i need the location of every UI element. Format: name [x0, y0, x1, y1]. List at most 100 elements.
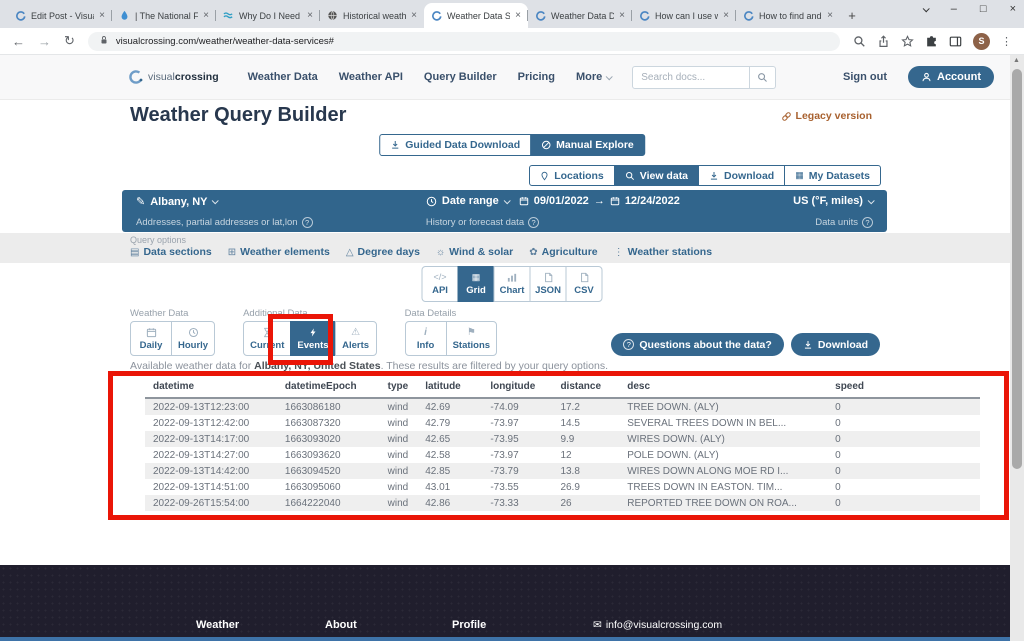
manual-explore-button[interactable]: Manual Explore	[530, 134, 645, 156]
info-button[interactable]: iInfo	[405, 321, 447, 356]
bookmark-star-icon[interactable]	[901, 35, 914, 48]
questions-about-data-button[interactable]: ?Questions about the data?	[611, 333, 783, 356]
browser-menu-icon[interactable]: ⋮	[1001, 35, 1012, 48]
close-tab-icon[interactable]: ×	[515, 10, 521, 21]
nav-link-weather-data[interactable]: Weather Data	[248, 71, 318, 83]
option-data-sections[interactable]: ▤Data sections	[130, 246, 212, 258]
option-weather-elements[interactable]: ⊞Weather elements	[228, 246, 330, 258]
nav-link-weather-api[interactable]: Weather API	[339, 71, 403, 83]
help-icon[interactable]: ?	[862, 217, 873, 228]
table-row: 2022-09-13T12:42:001663087320wind42.79-7…	[145, 415, 980, 431]
tab-chart[interactable]: Chart	[494, 266, 531, 302]
arrow-right-icon: →	[594, 195, 605, 207]
footer-weather-heading[interactable]: Weather	[196, 619, 239, 631]
browser-tab[interactable]: Historical weather ×	[320, 3, 424, 28]
zoom-search-icon[interactable]	[853, 35, 866, 48]
forward-icon[interactable]: →	[38, 34, 51, 49]
scroll-up-icon[interactable]: ▲	[1013, 57, 1020, 64]
page-scrollbar[interactable]: ▲	[1010, 55, 1024, 641]
table-header-row: datetime datetimeEpoch type latitude lon…	[145, 377, 980, 398]
bar-chart-icon	[507, 272, 518, 283]
profile-avatar[interactable]: S	[973, 33, 990, 50]
weather-events-table: datetime datetimeEpoch type latitude lon…	[145, 377, 980, 511]
help-icon[interactable]: ?	[302, 217, 313, 228]
footer-email-link[interactable]: ✉info@visualcrossing.com	[593, 619, 722, 631]
download-data-button[interactable]: Download	[791, 333, 880, 356]
maximize-window-button[interactable]: □	[980, 3, 987, 15]
table-cell: TREE DOWN. (ALY)	[619, 398, 827, 415]
guided-data-download-button[interactable]: Guided Data Download	[379, 134, 531, 156]
browser-tab-active[interactable]: Weather Data Ser ×	[424, 3, 528, 28]
column-header: datetime	[145, 377, 277, 398]
share-icon[interactable]	[877, 35, 890, 48]
alerts-button[interactable]: ⚠Alerts	[335, 321, 377, 356]
reload-icon[interactable]: ↻	[64, 33, 75, 49]
tab-search-chevron-icon[interactable]	[923, 3, 928, 15]
current-button[interactable]: Current	[243, 321, 291, 356]
chevron-down-icon	[868, 197, 875, 204]
browser-tab[interactable]: How can I use wea ×	[632, 3, 736, 28]
docs-search-button[interactable]	[750, 66, 776, 89]
close-tab-icon[interactable]: ×	[99, 10, 105, 21]
table-cell: 42.86	[417, 495, 482, 511]
date-range-section[interactable]: Date range 09/01/2022 → 12/24/2022 Histo…	[426, 195, 680, 228]
close-tab-icon[interactable]: ×	[619, 10, 625, 21]
option-wind-solar[interactable]: ☼Wind & solar	[436, 246, 513, 258]
browser-address-bar: ← → ↻ visualcrossing.com/weather/weather…	[0, 28, 1024, 55]
account-button[interactable]: Account	[908, 66, 994, 88]
nav-link-query-builder[interactable]: Query Builder	[424, 71, 497, 83]
table-cell: 1663094520	[277, 463, 380, 479]
new-tab-button[interactable]: +	[840, 8, 864, 23]
hourglass-icon	[262, 327, 272, 339]
close-tab-icon[interactable]: ×	[411, 10, 417, 21]
close-window-button[interactable]: ×	[1010, 3, 1016, 15]
browser-tab[interactable]: | The National Floo ×	[112, 3, 216, 28]
tab-json[interactable]: JSON	[530, 266, 567, 302]
tab-grid[interactable]: ▦Grid	[458, 266, 495, 302]
close-tab-icon[interactable]: ×	[827, 10, 833, 21]
close-tab-icon[interactable]: ×	[203, 10, 209, 21]
visualcrossing-logo[interactable]: visualcrossing	[128, 69, 219, 85]
stations-button[interactable]: ⚑Stations	[446, 321, 497, 356]
view-data-button[interactable]: View data	[614, 165, 699, 186]
locations-button[interactable]: Locations	[529, 165, 615, 186]
events-button[interactable]: Events	[290, 321, 335, 356]
group-label: Additional Data	[243, 308, 376, 319]
browser-tab[interactable]: Weather Data Doc ×	[528, 3, 632, 28]
footer-profile-heading[interactable]: Profile	[452, 619, 486, 631]
sidebar-panel-icon[interactable]	[949, 35, 962, 48]
daily-button[interactable]: Daily	[130, 321, 172, 356]
option-agriculture[interactable]: ✿Agriculture	[529, 246, 597, 258]
browser-tab[interactable]: How to find and u ×	[736, 3, 840, 28]
visualcrossing-favicon-icon	[15, 10, 26, 21]
help-icon[interactable]: ?	[528, 217, 539, 228]
close-tab-icon[interactable]: ×	[307, 10, 313, 21]
browser-tab[interactable]: Edit Post - Visual C ×	[8, 3, 112, 28]
nav-more-menu[interactable]: More	[576, 71, 611, 83]
column-header: type	[380, 377, 418, 398]
scrollbar-thumb[interactable]	[1012, 69, 1022, 469]
table-cell: 43.01	[417, 479, 482, 495]
close-tab-icon[interactable]: ×	[723, 10, 729, 21]
docs-search-input[interactable]	[632, 66, 750, 89]
calendar-icon	[146, 327, 157, 339]
footer-about-heading[interactable]: About	[325, 619, 357, 631]
back-icon[interactable]: ←	[12, 34, 25, 49]
location-section[interactable]: ✎ Albany, NY Addresses, partial addresse…	[136, 195, 313, 228]
units-section[interactable]: US (°F, miles) Data units?	[793, 195, 873, 228]
url-bar[interactable]: visualcrossing.com/weather/weather-data-…	[88, 32, 840, 51]
tab-csv[interactable]: CSV	[566, 266, 603, 302]
option-degree-days[interactable]: △Degree days	[346, 246, 420, 258]
download-button[interactable]: Download	[698, 165, 785, 186]
my-datasets-button[interactable]: ▦ My Datasets	[784, 165, 881, 186]
search-icon	[625, 171, 635, 181]
tab-api[interactable]: </>API	[422, 266, 459, 302]
hourly-button[interactable]: Hourly	[171, 321, 215, 356]
browser-tab[interactable]: Why Do I Need Flo ×	[216, 3, 320, 28]
extensions-puzzle-icon[interactable]	[925, 35, 938, 48]
legacy-version-link[interactable]: Legacy version	[781, 110, 872, 122]
option-weather-stations[interactable]: ⋮Weather stations	[614, 246, 712, 258]
sign-out-link[interactable]: Sign out	[843, 71, 887, 83]
nav-link-pricing[interactable]: Pricing	[518, 71, 555, 83]
minimize-window-button[interactable]: –	[951, 3, 957, 15]
